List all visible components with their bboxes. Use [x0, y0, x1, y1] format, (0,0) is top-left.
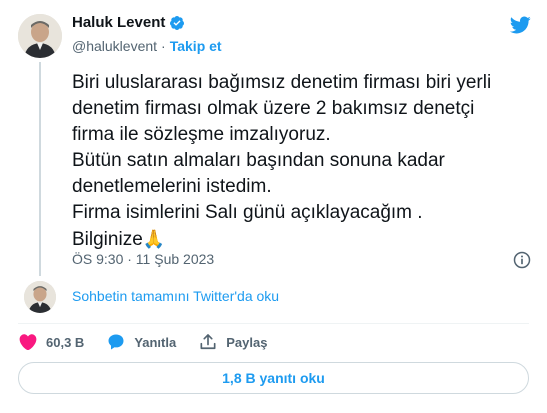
author-handle[interactable]: @haluklevent: [72, 38, 157, 54]
folded-hands-emoji: 🙏: [142, 229, 166, 249]
read-conversation-link[interactable]: Sohbetin tamamını Twitter'da oku: [72, 288, 279, 304]
heart-icon: [19, 334, 37, 351]
verified-badge-icon: [170, 15, 185, 30]
tweet-line: Biri uluslararası bağımsız denetim firma…: [72, 72, 492, 93]
share-label: Paylaş: [226, 334, 268, 350]
reply-label: Yanıtla: [134, 334, 177, 350]
tweet-last-line: Bilginize🙏: [72, 226, 532, 253]
author-name-row: Haluk Levent: [72, 14, 185, 31]
author-name[interactable]: Haluk Levent: [72, 14, 165, 31]
like-button[interactable]: 60,3 B: [18, 332, 84, 352]
info-icon[interactable]: [512, 250, 532, 270]
action-bar: 60,3 B Yanıtla Paylaş: [18, 330, 289, 354]
twitter-bird-icon[interactable]: [508, 14, 532, 36]
share-icon: [200, 334, 216, 350]
author-handle-row: @haluklevent · Takip et: [72, 38, 222, 54]
reply-button[interactable]: Yanıtla: [106, 332, 176, 352]
read-replies-button[interactable]: 1,8 B yanıtı oku: [18, 362, 529, 394]
thread-line: [39, 62, 41, 276]
tweet-line: Firma isimlerini Salı günü açıklayacağım…: [72, 202, 423, 223]
follow-button[interactable]: Takip et: [170, 38, 222, 54]
tweet-line: Bütün satın almaları başından sonuna kad…: [72, 150, 445, 171]
speech-bubble-icon: [108, 334, 124, 350]
embedded-tweet-card: Haluk Levent @haluklevent · Takip et Bir…: [0, 0, 547, 413]
divider: [18, 323, 529, 324]
tweet-text: Biri uluslararası bağımsız denetim firma…: [72, 70, 532, 253]
tweet-line: denetlemelerini istedim.: [72, 176, 272, 197]
author-avatar[interactable]: [18, 14, 62, 58]
like-count: 60,3 B: [46, 334, 85, 350]
tweet-line: firma ile sözleşme imzalıyoruz.: [72, 124, 331, 145]
tweet-line: Bilginize: [72, 229, 143, 250]
tweet-timestamp[interactable]: ÖS 9:30 · 11 Şub 2023: [72, 251, 214, 267]
tweet-line: denetim firması olmak üzere 2 bakımsız d…: [72, 98, 475, 119]
conversation-avatar[interactable]: [24, 281, 56, 313]
separator-dot: ·: [161, 38, 166, 54]
share-button[interactable]: Paylaş: [198, 332, 267, 352]
